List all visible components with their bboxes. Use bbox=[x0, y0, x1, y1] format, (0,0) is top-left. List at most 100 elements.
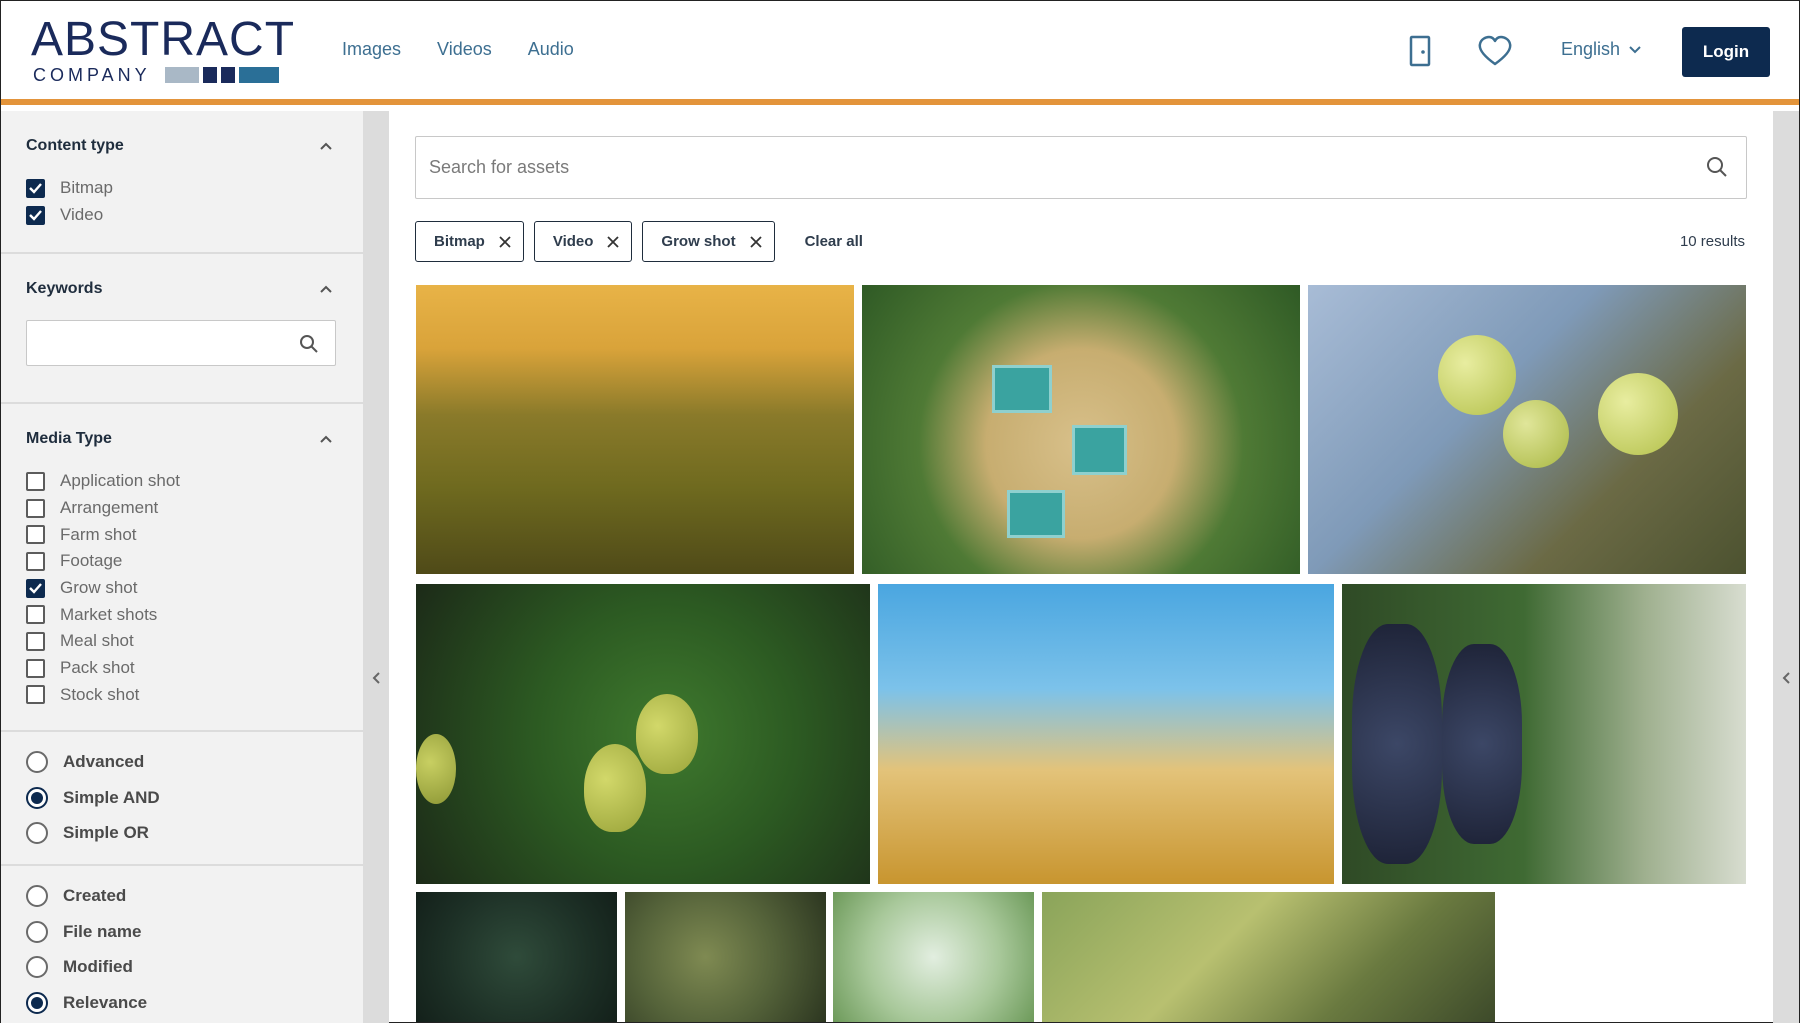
radio[interactable] bbox=[26, 884, 48, 907]
asset-thumbnail[interactable] bbox=[416, 285, 854, 574]
checkbox[interactable] bbox=[26, 525, 45, 545]
nav-audio[interactable]: Audio bbox=[528, 39, 574, 60]
nav-videos[interactable]: Videos bbox=[437, 39, 492, 60]
checkbox-arrangement[interactable]: Arrangement bbox=[26, 495, 338, 522]
asset-thumbnail[interactable] bbox=[833, 892, 1034, 1022]
search-icon[interactable] bbox=[299, 334, 319, 354]
radio-created[interactable]: Created bbox=[26, 878, 338, 914]
checkbox-bitmap[interactable]: Bitmap bbox=[26, 175, 338, 202]
checkbox[interactable] bbox=[26, 658, 45, 678]
filter-content-type: Content type Bitmap Video bbox=[1, 111, 363, 254]
checkbox-label: Market shots bbox=[60, 604, 158, 624]
chevron-left-icon[interactable] bbox=[1781, 671, 1791, 685]
chevron-up-icon[interactable] bbox=[319, 284, 333, 294]
heart-icon[interactable] bbox=[1475, 31, 1515, 71]
checkbox[interactable] bbox=[26, 471, 45, 491]
close-icon[interactable] bbox=[749, 235, 762, 248]
radio[interactable] bbox=[26, 822, 48, 845]
active-filter-chips: Bitmap Video Grow shot Clear all bbox=[415, 221, 863, 262]
checkbox-stock-shot[interactable]: Stock shot bbox=[26, 682, 338, 709]
radio[interactable] bbox=[26, 750, 48, 773]
close-icon[interactable] bbox=[607, 235, 620, 248]
logo-bars bbox=[165, 67, 279, 83]
radio[interactable] bbox=[26, 786, 48, 809]
radio-simple-and[interactable]: Simple AND bbox=[26, 780, 338, 816]
checkbox-grow-shot[interactable]: Grow shot bbox=[26, 575, 338, 602]
checkbox[interactable] bbox=[26, 498, 45, 518]
radio-label: Modified bbox=[63, 957, 133, 977]
checkbox-pack-shot[interactable]: Pack shot bbox=[26, 655, 338, 682]
asset-thumbnail[interactable] bbox=[416, 584, 870, 884]
chevron-left-icon[interactable] bbox=[371, 671, 381, 685]
section-title: Media Type bbox=[26, 430, 112, 447]
checkbox-application-shot[interactable]: Application shot bbox=[26, 468, 338, 495]
section-title: Content type bbox=[26, 137, 124, 154]
checkbox[interactable] bbox=[26, 551, 45, 571]
logo-line2: COMPANY bbox=[33, 65, 151, 85]
checkbox[interactable] bbox=[26, 685, 45, 705]
filter-sidebar: Content type Bitmap Video Keywords Media… bbox=[1, 111, 363, 1023]
chip-label: Grow shot bbox=[661, 233, 736, 250]
asset-thumbnail[interactable] bbox=[1342, 584, 1746, 884]
radio-label: Advanced bbox=[63, 751, 145, 771]
language-label: English bbox=[1561, 39, 1621, 59]
login-button[interactable]: Login bbox=[1682, 27, 1770, 77]
checkbox[interactable] bbox=[26, 605, 45, 625]
checkbox-label: Arrangement bbox=[60, 498, 159, 518]
clear-all-link[interactable]: Clear all bbox=[805, 233, 863, 250]
radio[interactable] bbox=[26, 956, 48, 979]
radio-label: File name bbox=[63, 921, 142, 941]
results-count: 10 results bbox=[1679, 233, 1745, 250]
asset-thumbnail[interactable] bbox=[625, 892, 826, 1022]
filter-keywords: Keywords bbox=[1, 254, 363, 404]
checkbox[interactable] bbox=[26, 205, 45, 225]
checkbox-label: Stock shot bbox=[60, 684, 140, 704]
sort-group: Created File name Modified Relevance bbox=[1, 866, 363, 1023]
chevron-down-icon bbox=[1629, 45, 1641, 53]
chip-video[interactable]: Video bbox=[533, 221, 633, 262]
chevron-up-icon[interactable] bbox=[319, 141, 333, 151]
radio-simple-or[interactable]: Simple OR bbox=[26, 815, 338, 851]
keywords-input[interactable] bbox=[26, 320, 336, 366]
checkbox-market-shots[interactable]: Market shots bbox=[26, 601, 338, 628]
radio[interactable] bbox=[26, 920, 48, 943]
chevron-up-icon[interactable] bbox=[319, 434, 333, 444]
checkbox[interactable] bbox=[26, 578, 45, 598]
checkbox-footage[interactable]: Footage bbox=[26, 548, 338, 575]
checkbox-farm-shot[interactable]: Farm shot bbox=[26, 521, 338, 548]
checkbox-label: Footage bbox=[60, 551, 123, 571]
checkbox-label: Bitmap bbox=[60, 178, 113, 198]
asset-thumbnail[interactable] bbox=[416, 892, 617, 1022]
chip-grow-shot[interactable]: Grow shot bbox=[642, 221, 775, 262]
radio-modified[interactable]: Modified bbox=[26, 949, 338, 985]
radio-file-name[interactable]: File name bbox=[26, 914, 338, 950]
sidebar-collapse-bar[interactable] bbox=[363, 111, 389, 1023]
asset-thumbnail[interactable] bbox=[1042, 892, 1495, 1022]
checkbox-label: Meal shot bbox=[60, 631, 134, 651]
checkbox-video[interactable]: Video bbox=[26, 202, 338, 229]
asset-thumbnail[interactable] bbox=[862, 285, 1300, 574]
match-mode-group: Advanced Simple AND Simple OR bbox=[1, 732, 363, 866]
language-selector[interactable]: English bbox=[1561, 39, 1642, 60]
radio[interactable] bbox=[26, 991, 48, 1014]
radio-advanced[interactable]: Advanced bbox=[26, 744, 338, 780]
checkbox[interactable] bbox=[26, 631, 45, 651]
radio-relevance[interactable]: Relevance bbox=[26, 985, 338, 1021]
company-logo[interactable]: ABSTRACT COMPANY bbox=[31, 16, 301, 87]
checkbox[interactable] bbox=[26, 178, 45, 198]
section-title: Keywords bbox=[26, 280, 103, 297]
filter-media-type: Media Type Application shot Arrangement … bbox=[1, 404, 363, 732]
nav-images[interactable]: Images bbox=[342, 39, 401, 60]
chip-bitmap[interactable]: Bitmap bbox=[415, 221, 524, 262]
close-icon[interactable] bbox=[499, 235, 511, 248]
checkbox-label: Pack shot bbox=[60, 658, 135, 678]
asset-search[interactable] bbox=[415, 136, 1747, 199]
checkbox-meal-shot[interactable]: Meal shot bbox=[26, 628, 338, 655]
search-icon[interactable] bbox=[1706, 156, 1728, 178]
asset-thumbnail[interactable] bbox=[878, 584, 1334, 884]
asset-thumbnail[interactable] bbox=[1308, 285, 1746, 574]
search-input[interactable] bbox=[416, 137, 1676, 198]
door-icon[interactable] bbox=[1400, 31, 1440, 71]
radio-label: Relevance bbox=[63, 992, 148, 1012]
right-panel-collapse-bar[interactable] bbox=[1773, 111, 1799, 1023]
